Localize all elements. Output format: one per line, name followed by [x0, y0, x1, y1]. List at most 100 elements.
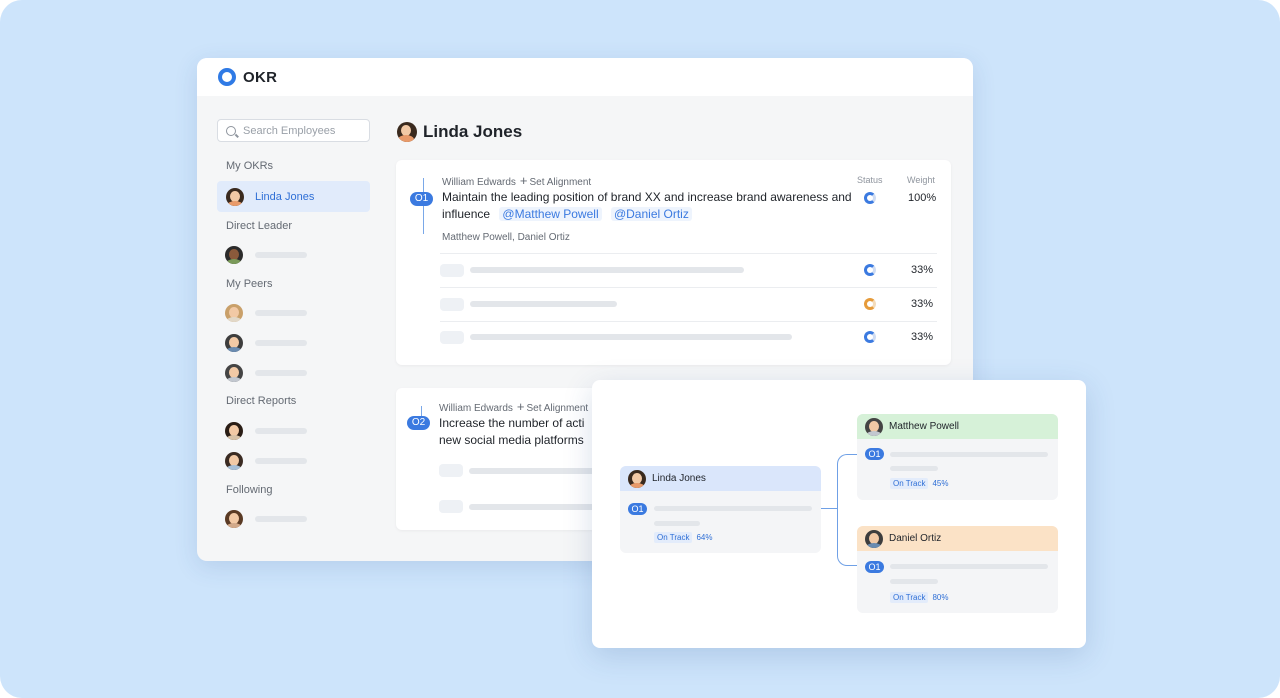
progress-value: 80% [932, 593, 949, 602]
status-badge: On Track [654, 532, 693, 543]
search-input[interactable] [243, 124, 363, 137]
page-title: Linda Jones [397, 122, 522, 142]
status-ring-icon[interactable] [864, 298, 876, 310]
progress-status: On Track 80% [890, 592, 949, 603]
kr-badge [440, 264, 464, 277]
kr-weight: 33% [911, 298, 934, 310]
status-ring-icon[interactable] [864, 264, 876, 276]
avatar [225, 364, 243, 382]
objective-badge: O1 [628, 503, 647, 515]
section-following: Following [226, 484, 273, 496]
kr-badge [440, 298, 464, 311]
objective-title-line2: new social media platforms [439, 433, 584, 447]
progress-status: On Track 45% [890, 478, 949, 489]
name-placeholder [255, 252, 307, 258]
kr-text-placeholder [469, 468, 609, 474]
sidebar-person[interactable] [225, 364, 307, 382]
plus-icon[interactable]: + [517, 399, 525, 414]
section-my-okrs: My OKRs [226, 160, 274, 172]
alignment-map-panel: Linda Jones O1 On Track 64% Matthew Powel… [592, 380, 1086, 648]
objective-weight: 100% [908, 192, 937, 204]
kr-text-placeholder [470, 301, 617, 307]
objective-badge: O1 [865, 448, 884, 460]
avatar [628, 469, 646, 488]
search-icon [226, 125, 236, 136]
name-placeholder [255, 340, 307, 346]
objective-text[interactable]: Increase the number of acti new social m… [439, 415, 599, 449]
user-name: Linda Jones [423, 122, 523, 141]
node-linda-jones[interactable]: Linda Jones O1 On Track 64% [620, 466, 821, 553]
aligned-to: William Edwards + Set Alignment [439, 399, 588, 414]
sidebar-person[interactable] [225, 304, 307, 322]
objective-placeholder [890, 466, 938, 471]
section-direct-leader: Direct Leader [226, 220, 293, 232]
node-matthew-powell[interactable]: Matthew Powell O1 On Track 45% [857, 414, 1058, 500]
name-placeholder [255, 516, 307, 522]
divider [440, 287, 937, 288]
avatar [225, 246, 243, 264]
status-ring-icon[interactable] [864, 192, 876, 204]
node-header: Linda Jones [620, 466, 821, 491]
node-daniel-ortiz[interactable]: Daniel Ortiz O1 On Track 80% [857, 526, 1058, 613]
avatar [865, 417, 883, 436]
plus-icon[interactable]: + [520, 173, 528, 188]
avatar [865, 529, 883, 548]
sidebar-item-label: Linda Jones [255, 190, 315, 203]
avatar [225, 304, 243, 322]
name-placeholder [255, 310, 307, 316]
avatar [226, 187, 244, 206]
kr-text-placeholder [469, 504, 609, 510]
progress-status: On Track 64% [654, 532, 713, 543]
objective-text[interactable]: Maintain the leading position of brand X… [442, 189, 852, 223]
objective-placeholder [890, 452, 1048, 457]
sidebar-person[interactable] [225, 510, 307, 528]
node-header: Daniel Ortiz [857, 526, 1058, 551]
weight-header: Weight [907, 175, 935, 185]
objective-placeholder [654, 506, 812, 511]
objective-placeholder [890, 564, 1048, 569]
alignment-line [423, 178, 424, 234]
status-ring-icon[interactable] [864, 331, 876, 343]
progress-value: 45% [932, 479, 949, 488]
status-header: Status [857, 175, 883, 185]
objective-badge: O1 [410, 192, 433, 206]
aligned-by: Matthew Powell, Daniel Ortiz [442, 232, 570, 243]
search-box[interactable] [217, 119, 370, 142]
node-header: Matthew Powell [857, 414, 1058, 439]
node-name: Matthew Powell [889, 421, 960, 432]
kr-weight: 33% [911, 264, 934, 276]
divider [440, 253, 937, 254]
avatar [225, 334, 243, 352]
set-alignment-link[interactable]: Set Alignment [527, 403, 589, 414]
sidebar-person[interactable] [225, 422, 307, 440]
avatar [397, 122, 417, 142]
section-direct-reports: Direct Reports [226, 395, 297, 407]
node-name: Linda Jones [652, 473, 706, 484]
objective-badge: O1 [865, 561, 884, 573]
connector-line [821, 508, 837, 509]
mention-daniel-ortiz[interactable]: @Daniel Ortiz [610, 207, 692, 221]
objective-placeholder [890, 579, 938, 584]
objective-title-line1: Increase the number of acti [439, 416, 585, 430]
objective-badge: O2 [407, 416, 430, 430]
app-title: OKR [243, 68, 278, 86]
objective-placeholder [654, 521, 700, 526]
progress-value: 64% [696, 533, 713, 542]
set-alignment-link[interactable]: Set Alignment [530, 177, 592, 188]
node-name: Daniel Ortiz [889, 533, 942, 544]
sidebar-person[interactable] [225, 246, 307, 264]
aligned-to-name[interactable]: William Edwards [439, 403, 513, 414]
avatar [225, 452, 243, 470]
aligned-to: William Edwards + Set Alignment [442, 173, 591, 188]
section-my-peers: My Peers [226, 278, 273, 290]
sidebar-item-linda-jones[interactable]: Linda Jones [217, 181, 370, 212]
avatar [225, 510, 243, 528]
status-badge: On Track [890, 478, 929, 489]
status-badge: On Track [890, 592, 929, 603]
mention-matthew-powell[interactable]: @Matthew Powell [499, 207, 602, 221]
sidebar-person[interactable] [225, 452, 307, 470]
kr-badge [440, 331, 464, 344]
kr-weight: 33% [911, 331, 934, 343]
aligned-to-name[interactable]: William Edwards [442, 177, 516, 188]
sidebar-person[interactable] [225, 334, 307, 352]
